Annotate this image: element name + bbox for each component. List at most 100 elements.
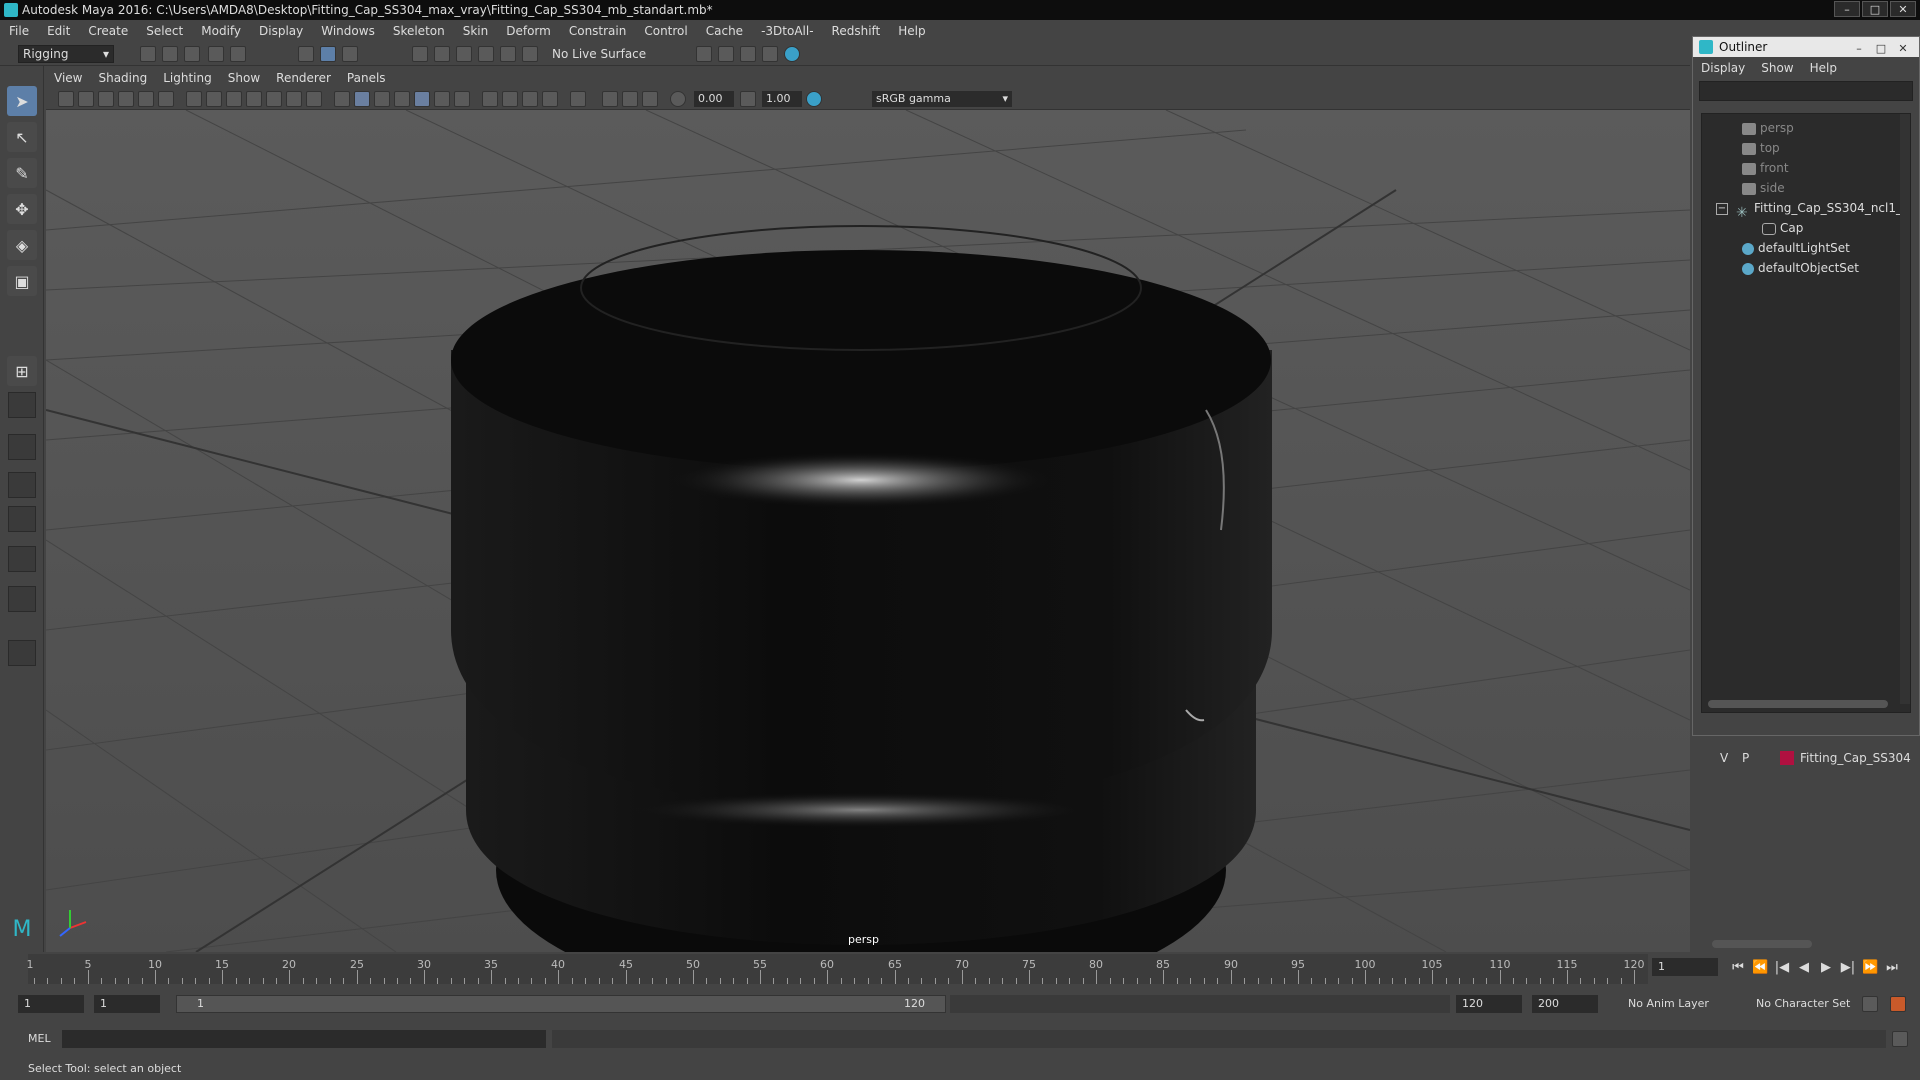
select-object-icon[interactable] (320, 46, 336, 62)
select-component-icon[interactable] (342, 46, 358, 62)
time-slider[interactable]: 1 5 10 15 20 25 30 35 40 45 50 55 60 65 70 75 80 85 90 95 1… (0, 952, 1920, 986)
graph-layout-icon[interactable] (8, 506, 36, 532)
playback-end-field[interactable]: 120 (1456, 995, 1522, 1013)
step-back-frame-icon[interactable]: ⏪ (1752, 960, 1768, 976)
render-settings-icon[interactable] (762, 46, 778, 62)
use-default-material-icon[interactable] (374, 91, 390, 107)
range-track[interactable] (950, 995, 1450, 1013)
list-item[interactable]: Cap (1762, 218, 1803, 238)
list-item[interactable]: defaultObjectSet (1742, 258, 1859, 278)
snap-grid-icon[interactable] (412, 46, 428, 62)
rotate-tool-icon[interactable]: ◈ (7, 230, 37, 260)
menu-cache[interactable]: Cache (697, 20, 752, 42)
scene-start-field[interactable]: 1 (18, 995, 84, 1013)
outliner-layout-icon[interactable] (8, 472, 36, 498)
list-item[interactable]: persp (1742, 118, 1794, 138)
script-language-label[interactable]: MEL (10, 1030, 60, 1048)
camera-select-icon[interactable] (58, 91, 74, 107)
layer-color-swatch[interactable] (1780, 751, 1794, 765)
scale-tool-icon[interactable]: ▣ (7, 266, 37, 296)
menu-set-dropdown[interactable]: Rigging ▾ (18, 45, 114, 63)
twod-pan-zoom-icon[interactable] (138, 91, 154, 107)
preferences-icon[interactable] (1890, 996, 1906, 1012)
list-item[interactable]: side (1742, 178, 1785, 198)
minimize-button[interactable]: – (1834, 1, 1860, 17)
safe-action-icon[interactable] (286, 91, 302, 107)
outliner-maximize-button[interactable]: □ (1871, 39, 1891, 55)
camera-attributes-icon[interactable] (78, 91, 94, 107)
outliner-title-bar[interactable]: Outliner – □ ✕ (1693, 37, 1919, 57)
select-hierarchy-icon[interactable] (298, 46, 314, 62)
range-slider[interactable]: 1 120 (176, 995, 946, 1013)
viewport-persp[interactable]: persp (46, 110, 1690, 952)
layer-visibility-toggle[interactable]: V (1720, 748, 1728, 768)
xray-components-icon[interactable] (642, 91, 658, 107)
color-management-icon[interactable] (806, 91, 822, 107)
menu-deform[interactable]: Deform (497, 20, 560, 42)
step-forward-frame-icon[interactable]: ⏩ (1862, 960, 1878, 976)
menu-skeleton[interactable]: Skeleton (384, 20, 454, 42)
layer-row[interactable]: V P Fitting_Cap_SS304 (1706, 748, 1920, 768)
isolate-select-icon[interactable] (570, 91, 586, 107)
go-to-end-icon[interactable]: ⏭ (1884, 960, 1900, 976)
scene-end-field[interactable]: 200 (1532, 995, 1598, 1013)
smooth-shade-icon[interactable] (354, 91, 370, 107)
outliner-vertical-scrollbar[interactable] (1900, 114, 1910, 704)
custom-layout-icon[interactable] (8, 586, 36, 612)
menu-control[interactable]: Control (635, 20, 696, 42)
command-input[interactable] (62, 1030, 546, 1048)
lasso-tool-icon[interactable]: ↖ (7, 122, 37, 152)
safe-title-icon[interactable] (306, 91, 322, 107)
grease-pencil-icon[interactable] (158, 91, 174, 107)
panel-menu-panels[interactable]: Panels (339, 68, 394, 88)
menu-skin[interactable]: Skin (454, 20, 498, 42)
play-forwards-icon[interactable]: ▶ (1818, 960, 1834, 976)
hypershade-icon[interactable] (784, 46, 800, 62)
menu-windows[interactable]: Windows (312, 20, 384, 42)
field-chart-icon[interactable] (266, 91, 282, 107)
auto-key-icon[interactable] (1862, 996, 1878, 1012)
maximize-button[interactable]: □ (1862, 1, 1888, 17)
layer-horizontal-scrollbar[interactable] (1712, 940, 1812, 948)
redo-icon[interactable] (230, 46, 246, 62)
gate-mask-icon[interactable] (246, 91, 262, 107)
exposure-field[interactable]: 0.00 (694, 91, 734, 107)
wireframe-on-shaded-icon[interactable] (394, 91, 410, 107)
character-set-dropdown[interactable]: No Character Set (1756, 995, 1850, 1013)
save-scene-icon[interactable] (184, 46, 200, 62)
render-view-icon[interactable] (696, 46, 712, 62)
single-pane-layout-icon[interactable]: ⊞ (7, 356, 37, 386)
snap-pivot-icon[interactable] (522, 46, 538, 62)
undo-icon[interactable] (208, 46, 224, 62)
depth-of-field-icon[interactable] (542, 91, 558, 107)
outliner-close-button[interactable]: ✕ (1893, 39, 1913, 55)
ipr-render-icon[interactable] (740, 46, 756, 62)
hypershade-layout-icon[interactable] (8, 546, 36, 572)
outliner-horizontal-scrollbar[interactable] (1708, 700, 1888, 708)
move-tool-icon[interactable]: ✥ (7, 194, 37, 224)
snap-curve-icon[interactable] (434, 46, 450, 62)
panel-menu-show[interactable]: Show (220, 68, 268, 88)
menu-file[interactable]: File (0, 20, 38, 42)
outliner-search-input[interactable] (1699, 81, 1913, 101)
menu-edit[interactable]: Edit (38, 20, 79, 42)
list-item[interactable]: − ✳ Fitting_Cap_SS304_ncl1_1 (1716, 198, 1910, 221)
snap-surface-icon[interactable] (500, 46, 516, 62)
new-scene-icon[interactable] (140, 46, 156, 62)
exposure-icon[interactable] (670, 91, 686, 107)
menu-3dtoall[interactable]: -3DtoAll- (752, 20, 822, 42)
panel-menu-view[interactable]: View (46, 68, 90, 88)
more-layouts-icon[interactable] (8, 640, 36, 666)
play-backwards-icon[interactable]: ◀ (1796, 960, 1812, 976)
menu-display[interactable]: Display (250, 20, 312, 42)
outliner-menu-display[interactable]: Display (1693, 57, 1753, 79)
textured-icon[interactable] (414, 91, 430, 107)
menu-constrain[interactable]: Constrain (560, 20, 636, 42)
select-tool-icon[interactable]: ➤ (7, 86, 37, 116)
outliner-menu-show[interactable]: Show (1753, 57, 1801, 79)
gamma-field[interactable]: 1.00 (762, 91, 802, 107)
screen-space-ao-icon[interactable] (482, 91, 498, 107)
render-frame-icon[interactable] (718, 46, 734, 62)
image-plane-icon[interactable] (118, 91, 134, 107)
panel-menu-shading[interactable]: Shading (90, 68, 155, 88)
